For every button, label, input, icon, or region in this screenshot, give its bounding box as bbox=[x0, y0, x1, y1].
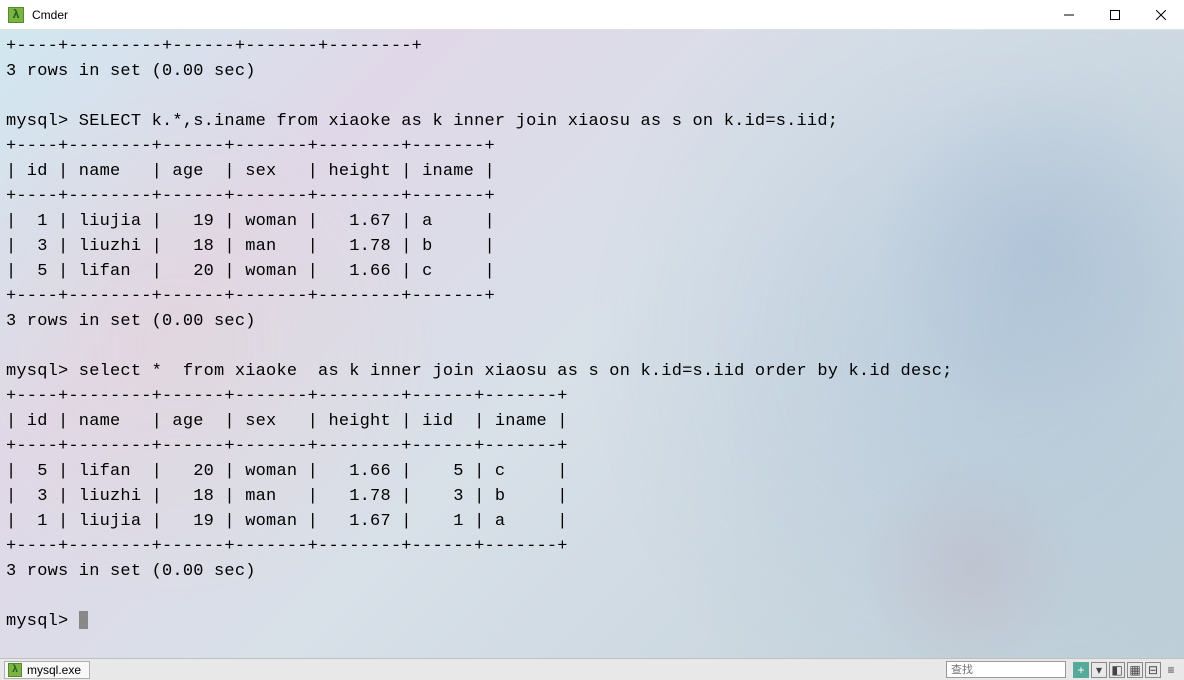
status-icon-1[interactable]: ▾ bbox=[1091, 662, 1107, 678]
cursor bbox=[79, 611, 88, 629]
terminal-output: +----+---------+------+-------+--------+… bbox=[6, 34, 1178, 634]
maximize-icon bbox=[1110, 10, 1120, 20]
statusbar: λ mysql.exe + ▾ ◧ ▦ ⊟ ≡ bbox=[0, 658, 1184, 680]
window-title: Cmder bbox=[32, 8, 68, 22]
status-icon-2[interactable]: ◧ bbox=[1109, 662, 1125, 678]
terminal-text: +----+---------+------+-------+--------+… bbox=[6, 37, 953, 631]
app-window: λ Cmder +----+---------+------+-------+-… bbox=[0, 0, 1184, 680]
close-button[interactable] bbox=[1138, 0, 1184, 30]
tab-icon: λ bbox=[8, 663, 22, 677]
status-icon-4[interactable]: ⊟ bbox=[1145, 662, 1161, 678]
app-icon: λ bbox=[8, 7, 24, 23]
titlebar[interactable]: λ Cmder bbox=[0, 0, 1184, 30]
close-icon bbox=[1156, 10, 1166, 20]
menu-icon[interactable]: ≡ bbox=[1163, 662, 1179, 678]
maximize-button[interactable] bbox=[1092, 0, 1138, 30]
minimize-button[interactable] bbox=[1046, 0, 1092, 30]
status-icon-3[interactable]: ▦ bbox=[1127, 662, 1143, 678]
search-input[interactable] bbox=[946, 661, 1066, 678]
terminal-area[interactable]: +----+---------+------+-------+--------+… bbox=[0, 30, 1184, 658]
plus-icon[interactable]: + bbox=[1073, 662, 1089, 678]
tab-label: mysql.exe bbox=[27, 663, 81, 677]
tab-mysql[interactable]: λ mysql.exe bbox=[4, 661, 90, 679]
minimize-icon bbox=[1064, 10, 1074, 20]
